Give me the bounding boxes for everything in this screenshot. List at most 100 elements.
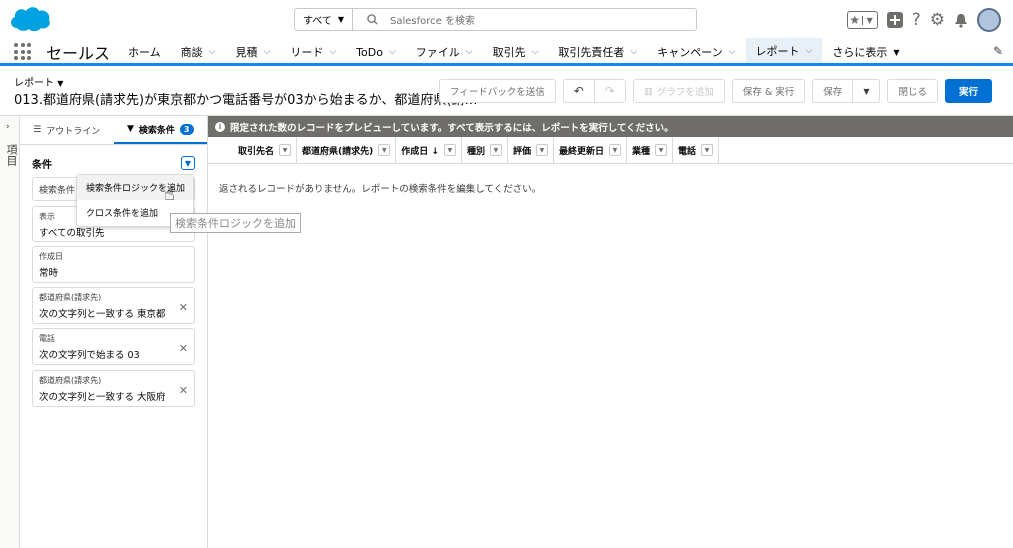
remove-filter-icon[interactable]: ✕	[179, 342, 188, 355]
nav-item-files[interactable]: ファイル ⌵	[406, 38, 483, 66]
column-header[interactable]: 作成日 ↓ ▼	[396, 136, 462, 164]
chevron-down-icon[interactable]: ⌵	[729, 47, 736, 57]
chevron-down-icon[interactable]: ▼	[608, 144, 621, 156]
nav-item-contacts[interactable]: 取引先責任者 ⌵	[548, 38, 647, 66]
remove-filter-icon[interactable]: ✕	[179, 384, 188, 397]
chevron-down-icon[interactable]: ▼	[701, 144, 714, 156]
nav-item-label: ファイル	[415, 46, 460, 59]
nav-item-todo[interactable]: ToDo ⌵	[346, 38, 406, 66]
chevron-down-icon[interactable]: ⌵	[466, 47, 473, 57]
edit-nav-pencil-icon[interactable]: ✎	[993, 44, 1003, 58]
report-actions: フィードバックを送信 ↶ ↷ ▥ グラフを追加 保存 & 実行 保存 ▼ 閉じる …	[438, 79, 992, 103]
filter-card-created-date[interactable]: 作成日 常時	[32, 246, 195, 283]
filter-options-toggle[interactable]: ▼	[181, 156, 195, 170]
nav-item-campaigns[interactable]: キャンペーン ⌵	[647, 38, 745, 66]
nav-item-label: ToDo	[356, 45, 383, 59]
nav-item-reports[interactable]: レポート ⌵	[745, 38, 823, 66]
column-header[interactable]: 評価 ▼	[508, 136, 554, 164]
fields-rail[interactable]: › 項目	[0, 116, 20, 548]
nav-item-label: 商談	[180, 46, 203, 59]
column-header[interactable]: 都道府県(請求先) ▼	[297, 136, 397, 164]
add-chart-button[interactable]: ▥ グラフを追加	[632, 79, 725, 103]
column-label: 電話	[678, 146, 697, 157]
chevron-down-icon[interactable]: ⌵	[532, 47, 539, 57]
user-avatar[interactable]	[977, 8, 1001, 32]
filter-value: 次の文字列と一致する 東京都	[39, 309, 166, 320]
remove-filter-icon[interactable]: ✕	[179, 301, 188, 314]
preview-banner-text: 限定された数のレコードをプレビューしています。すべて表示するには、レポートを実行…	[230, 122, 674, 134]
chevron-down-icon[interactable]: ⌵	[630, 47, 637, 57]
global-header: すべて ▼ Salesforce を検索 ★ ▼ ? ⚙	[0, 0, 1013, 38]
search-icon	[367, 14, 378, 25]
tab-filters-label: 検索条件	[138, 125, 175, 136]
caret-down-icon: ▼	[184, 158, 192, 168]
filter-card-phone[interactable]: 電話 次の文字列で始まる 03 ✕	[32, 328, 195, 365]
column-header[interactable]: 業種 ▼	[627, 136, 673, 164]
menu-item-add-filter-logic[interactable]: 検索条件ロジックを追加	[77, 175, 193, 200]
chevron-down-icon[interactable]: ⌵	[209, 47, 216, 57]
column-header[interactable]: 種別 ▼	[462, 136, 508, 164]
salesforce-logo[interactable]	[8, 4, 52, 34]
nav-item-opportunities[interactable]: 商談 ⌵	[171, 38, 226, 66]
run-button[interactable]: 実行	[944, 79, 992, 103]
chevron-down-icon[interactable]: ⌵	[389, 47, 396, 57]
search-input[interactable]: Salesforce を検索	[353, 9, 696, 30]
tab-outline[interactable]: ☰ アウトライン	[20, 116, 114, 144]
filter-value: 次の文字列で始まる 03	[39, 350, 140, 361]
preview-banner: i 限定された数のレコードをプレビューしています。すべて表示するには、レポートを…	[208, 116, 1013, 137]
filter-label: 作成日	[39, 252, 63, 261]
column-header[interactable]: 取引先名 ▼	[233, 136, 298, 164]
nav-item-home[interactable]: ホーム	[118, 38, 171, 66]
chevron-down-icon[interactable]: ▼	[861, 15, 877, 25]
search-scope-select[interactable]: すべて ▼	[295, 9, 353, 30]
tab-filters[interactable]: ▼ 検索条件 3	[113, 116, 207, 144]
redo-button[interactable]: ↷	[594, 79, 626, 103]
nav-item-quotes[interactable]: 見積 ⌵	[226, 38, 281, 66]
column-label: 作成日 ↓	[401, 146, 439, 157]
column-header[interactable]: 最終更新日 ▼	[554, 136, 627, 164]
send-feedback-button[interactable]: フィードバックを送信	[438, 79, 556, 103]
nav-items: ホーム 商談 ⌵ 見積 ⌵ リード ⌵ ToDo ⌵ ファイル ⌵ 取引先 ⌵ 取引先責任者…	[118, 38, 910, 66]
filter-card-billing-state-1[interactable]: 都道府県(請求先) 次の文字列と一致する 東京都 ✕	[32, 287, 195, 324]
column-header[interactable]: 電話 ▼	[673, 136, 720, 164]
save-button[interactable]: 保存	[812, 79, 854, 103]
redo-icon: ↷	[604, 84, 615, 98]
caret-down-icon: ▼	[863, 86, 870, 96]
chevron-down-icon[interactable]: ⌵	[806, 46, 813, 56]
chevron-down-icon[interactable]: ▼	[443, 144, 456, 156]
column-label: 評価	[512, 146, 531, 157]
help-icon[interactable]: ?	[912, 11, 921, 29]
filter-label: 都道府県(請求先)	[39, 376, 102, 385]
report-title: 013.都道府県(請求先)が東京都かつ電話番号が03から始まるか、都道府県(請…	[14, 93, 478, 108]
nav-item-accounts[interactable]: 取引先 ⌵	[483, 38, 549, 66]
caret-down-icon: ▼	[893, 47, 900, 57]
app-launcher-icon[interactable]	[14, 43, 31, 60]
breadcrumb[interactable]: レポート ▼	[14, 74, 63, 89]
filter-value: すべての取引先	[39, 228, 105, 239]
column-label: 取引先名	[238, 146, 275, 157]
column-label: 都道府県(請求先)	[302, 146, 374, 157]
nav-item-more[interactable]: さらに表示 ▼	[822, 38, 909, 66]
chevron-right-icon[interactable]: ›	[6, 122, 10, 132]
chevron-down-icon[interactable]: ▼	[535, 144, 548, 156]
filter-card-billing-state-2[interactable]: 都道府県(請求先) 次の文字列と一致する 大阪府 ✕	[32, 370, 195, 407]
save-and-run-button[interactable]: 保存 & 実行	[731, 79, 806, 103]
chevron-down-icon[interactable]: ▼	[655, 144, 667, 156]
nav-item-label: レポート	[755, 44, 800, 58]
chevron-down-icon[interactable]: ⌵	[329, 47, 336, 57]
chevron-down-icon[interactable]: ▼	[378, 144, 391, 156]
save-menu-button[interactable]: ▼	[853, 79, 881, 103]
chevron-down-icon[interactable]: ▼	[489, 144, 502, 156]
undo-button[interactable]: ↶	[562, 79, 595, 103]
notification-bell-icon[interactable]	[954, 13, 968, 28]
favorites-button[interactable]: ★ ▼	[846, 11, 878, 29]
nav-item-label: 取引先責任者	[558, 46, 625, 59]
close-button[interactable]: 閉じる	[887, 79, 938, 103]
gear-icon[interactable]: ⚙	[930, 11, 945, 29]
save-group: 保存 ▼	[812, 79, 881, 103]
add-icon[interactable]	[886, 12, 903, 28]
chevron-down-icon[interactable]: ⌵	[264, 47, 271, 57]
nav-item-leads[interactable]: リード ⌵	[280, 38, 346, 66]
chevron-down-icon[interactable]: ▼	[279, 144, 292, 156]
nav-item-label: さらに表示	[832, 46, 888, 59]
